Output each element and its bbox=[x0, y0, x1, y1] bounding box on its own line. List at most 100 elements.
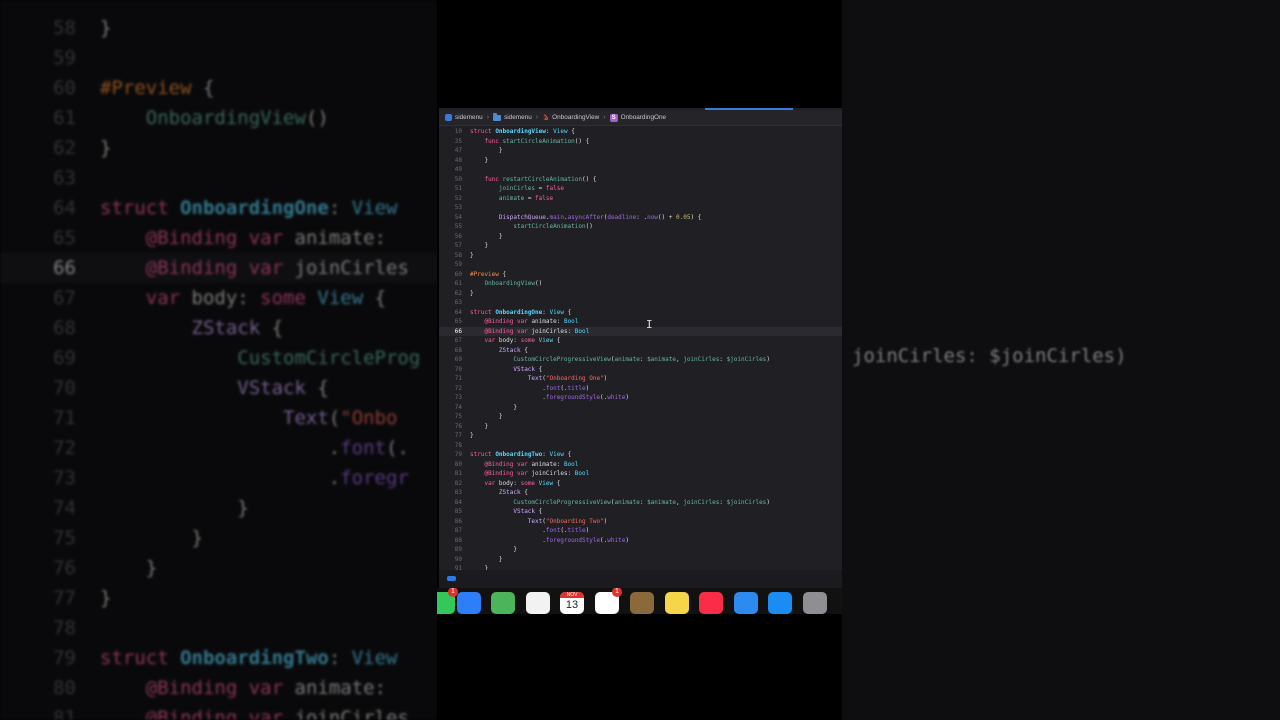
code-text[interactable]: } bbox=[470, 422, 488, 432]
code-line[interactable]: 66 @Binding var joinCirles: Bool bbox=[439, 326, 842, 337]
code-text[interactable]: animate = false bbox=[470, 194, 553, 204]
code-text[interactable]: } bbox=[470, 251, 474, 261]
code-text[interactable]: .foregroundStyle(.white) bbox=[470, 536, 629, 546]
code-line[interactable]: 61 OnboardingView() bbox=[439, 279, 842, 289]
breadcrumb-symbol[interactable]: S OnboardingOne bbox=[609, 113, 666, 122]
code-line[interactable]: 89 } bbox=[439, 545, 842, 555]
code-text[interactable]: var body: some View { bbox=[470, 479, 560, 489]
notes-icon[interactable] bbox=[630, 592, 654, 614]
music-icon[interactable] bbox=[699, 592, 723, 614]
code-text[interactable]: .font(.title) bbox=[470, 526, 589, 536]
code-text[interactable]: OnboardingView() bbox=[470, 279, 542, 289]
code-text[interactable]: struct OnboardingTwo: View { bbox=[470, 450, 571, 460]
code-line[interactable]: 78 bbox=[439, 441, 842, 451]
code-text[interactable]: DispatchQueue.main.asyncAfter(deadline: … bbox=[470, 213, 701, 223]
code-line[interactable]: 75 } bbox=[439, 412, 842, 422]
breadcrumb-project[interactable]: sidemenu bbox=[445, 114, 483, 121]
code-text[interactable]: } bbox=[470, 146, 503, 156]
code-text[interactable]: VStack { bbox=[470, 365, 542, 375]
code-line[interactable]: 77} bbox=[439, 431, 842, 441]
code-text[interactable]: startCircleAnimation() bbox=[470, 222, 592, 232]
code-text[interactable]: #Preview { bbox=[470, 270, 506, 280]
mail-icon[interactable] bbox=[457, 592, 481, 614]
code-line[interactable]: 47 } bbox=[439, 146, 842, 156]
code-line[interactable]: 88 .foregroundStyle(.white) bbox=[439, 536, 842, 546]
code-line[interactable]: 80 @Binding var animate: Bool bbox=[439, 460, 842, 470]
code-text[interactable]: CustomCircleProgressiveView(animate: $an… bbox=[470, 355, 770, 365]
code-text[interactable]: joinCirles = false bbox=[470, 184, 564, 194]
jump-bar[interactable]: sidemenu › sidemenu › OnboardingView › S… bbox=[439, 110, 842, 126]
breadcrumb-folder[interactable]: sidemenu bbox=[493, 113, 532, 121]
code-line[interactable]: 73 .foregroundStyle(.white) bbox=[439, 393, 842, 403]
app-store-icon[interactable] bbox=[768, 592, 792, 614]
code-text[interactable]: struct OnboardingOne: View { bbox=[470, 308, 571, 318]
code-text[interactable]: } bbox=[470, 545, 517, 555]
code-text[interactable]: Text("Onboarding Two") bbox=[470, 517, 608, 527]
code-text[interactable]: struct OnboardingView: View { bbox=[470, 127, 575, 137]
code-line[interactable]: 71 Text("Onboarding One") bbox=[439, 374, 842, 384]
code-text[interactable]: .foregroundStyle(.white) bbox=[470, 393, 629, 403]
code-line[interactable]: 49 bbox=[439, 165, 842, 175]
code-line[interactable]: 84 CustomCircleProgressiveView(animate: … bbox=[439, 498, 842, 508]
code-line[interactable]: 69 CustomCircleProgressiveView(animate: … bbox=[439, 355, 842, 365]
code-line[interactable]: 54 DispatchQueue.main.asyncAfter(deadlin… bbox=[439, 213, 842, 223]
code-line[interactable]: 35 func startCircleAnimation() { bbox=[439, 137, 842, 147]
code-line[interactable]: 56 } bbox=[439, 232, 842, 242]
code-line[interactable]: 64 struct OnboardingOne: View { bbox=[439, 308, 842, 318]
code-line[interactable]: 52 animate = false bbox=[439, 194, 842, 204]
code-line[interactable]: 86 Text("Onboarding Two") bbox=[439, 517, 842, 527]
photos-icon[interactable] bbox=[526, 592, 550, 614]
code-line[interactable]: 65 @Binding var animate: Bool bbox=[439, 317, 842, 327]
code-text[interactable]: } bbox=[470, 289, 474, 299]
code-text[interactable]: } bbox=[470, 412, 503, 422]
calendar-icon[interactable]: NOV 13 bbox=[560, 592, 584, 614]
system-settings-icon[interactable] bbox=[803, 592, 827, 614]
code-text[interactable]: } bbox=[470, 232, 503, 242]
code-line[interactable]: 51 joinCirles = false bbox=[439, 184, 842, 194]
code-line[interactable]: 85 VStack { bbox=[439, 507, 842, 517]
code-line[interactable]: 63 bbox=[439, 298, 842, 308]
dock[interactable]: 1 NOV 13 1 bbox=[437, 588, 842, 614]
code-line[interactable]: 68 ZStack { bbox=[439, 346, 842, 356]
breadcrumb-file[interactable]: OnboardingView bbox=[542, 114, 599, 121]
stickies-icon[interactable] bbox=[665, 592, 689, 614]
code-text[interactable]: ZStack { bbox=[470, 488, 528, 498]
keynote-icon[interactable] bbox=[734, 592, 758, 614]
code-text[interactable]: @Binding var animate: Bool bbox=[470, 317, 578, 327]
code-line[interactable]: 53 bbox=[439, 203, 842, 213]
code-line[interactable]: 79 struct OnboardingTwo: View { bbox=[439, 450, 842, 460]
code-line[interactable]: 60 #Preview { bbox=[439, 270, 842, 280]
code-text[interactable]: .font(.title) bbox=[470, 384, 589, 394]
code-line[interactable]: 83 ZStack { bbox=[439, 488, 842, 498]
code-line[interactable]: 81 @Binding var joinCirles: Bool bbox=[439, 469, 842, 479]
code-line[interactable]: 55 startCircleAnimation() bbox=[439, 222, 842, 232]
code-text[interactable]: ZStack { bbox=[470, 346, 528, 356]
code-text[interactable]: @Binding var joinCirles: Bool bbox=[470, 327, 589, 337]
code-text[interactable]: func restartCircleAnimation() { bbox=[470, 175, 596, 185]
code-line[interactable]: 57 } bbox=[439, 241, 842, 251]
code-text[interactable]: @Binding var joinCirles: Bool bbox=[470, 469, 589, 479]
code-line[interactable]: 74 } bbox=[439, 403, 842, 413]
code-line[interactable]: 90 } bbox=[439, 555, 842, 565]
code-line[interactable]: 10 struct OnboardingView: View { bbox=[439, 127, 842, 137]
code-text[interactable]: func startCircleAnimation() { bbox=[470, 137, 589, 147]
code-text[interactable]: var body: some View { bbox=[470, 336, 560, 346]
code-line[interactable]: 87 .font(.title) bbox=[439, 526, 842, 536]
maps-icon[interactable] bbox=[491, 592, 515, 614]
code-line[interactable]: 62} bbox=[439, 289, 842, 299]
code-line[interactable]: 72 .font(.title) bbox=[439, 384, 842, 394]
code-line[interactable]: 48 } bbox=[439, 156, 842, 166]
code-line[interactable]: 50 func restartCircleAnimation() { bbox=[439, 175, 842, 185]
code-text[interactable]: } bbox=[470, 403, 517, 413]
code-text[interactable]: VStack { bbox=[470, 507, 542, 517]
code-line[interactable]: 67 var body: some View { bbox=[439, 336, 842, 346]
code-line[interactable]: 58} bbox=[439, 251, 842, 261]
code-text[interactable]: } bbox=[470, 156, 488, 166]
code-text[interactable]: } bbox=[470, 241, 488, 251]
code-text[interactable]: Text("Onboarding One") bbox=[470, 374, 608, 384]
code-editor-window[interactable]: sidemenu › sidemenu › OnboardingView › S… bbox=[439, 108, 842, 570]
code-line[interactable]: 82 var body: some View { bbox=[439, 479, 842, 489]
code-text[interactable]: @Binding var animate: Bool bbox=[470, 460, 578, 470]
code-text[interactable]: CustomCircleProgressiveView(animate: $an… bbox=[470, 498, 770, 508]
code-line[interactable]: 76 } bbox=[439, 422, 842, 432]
